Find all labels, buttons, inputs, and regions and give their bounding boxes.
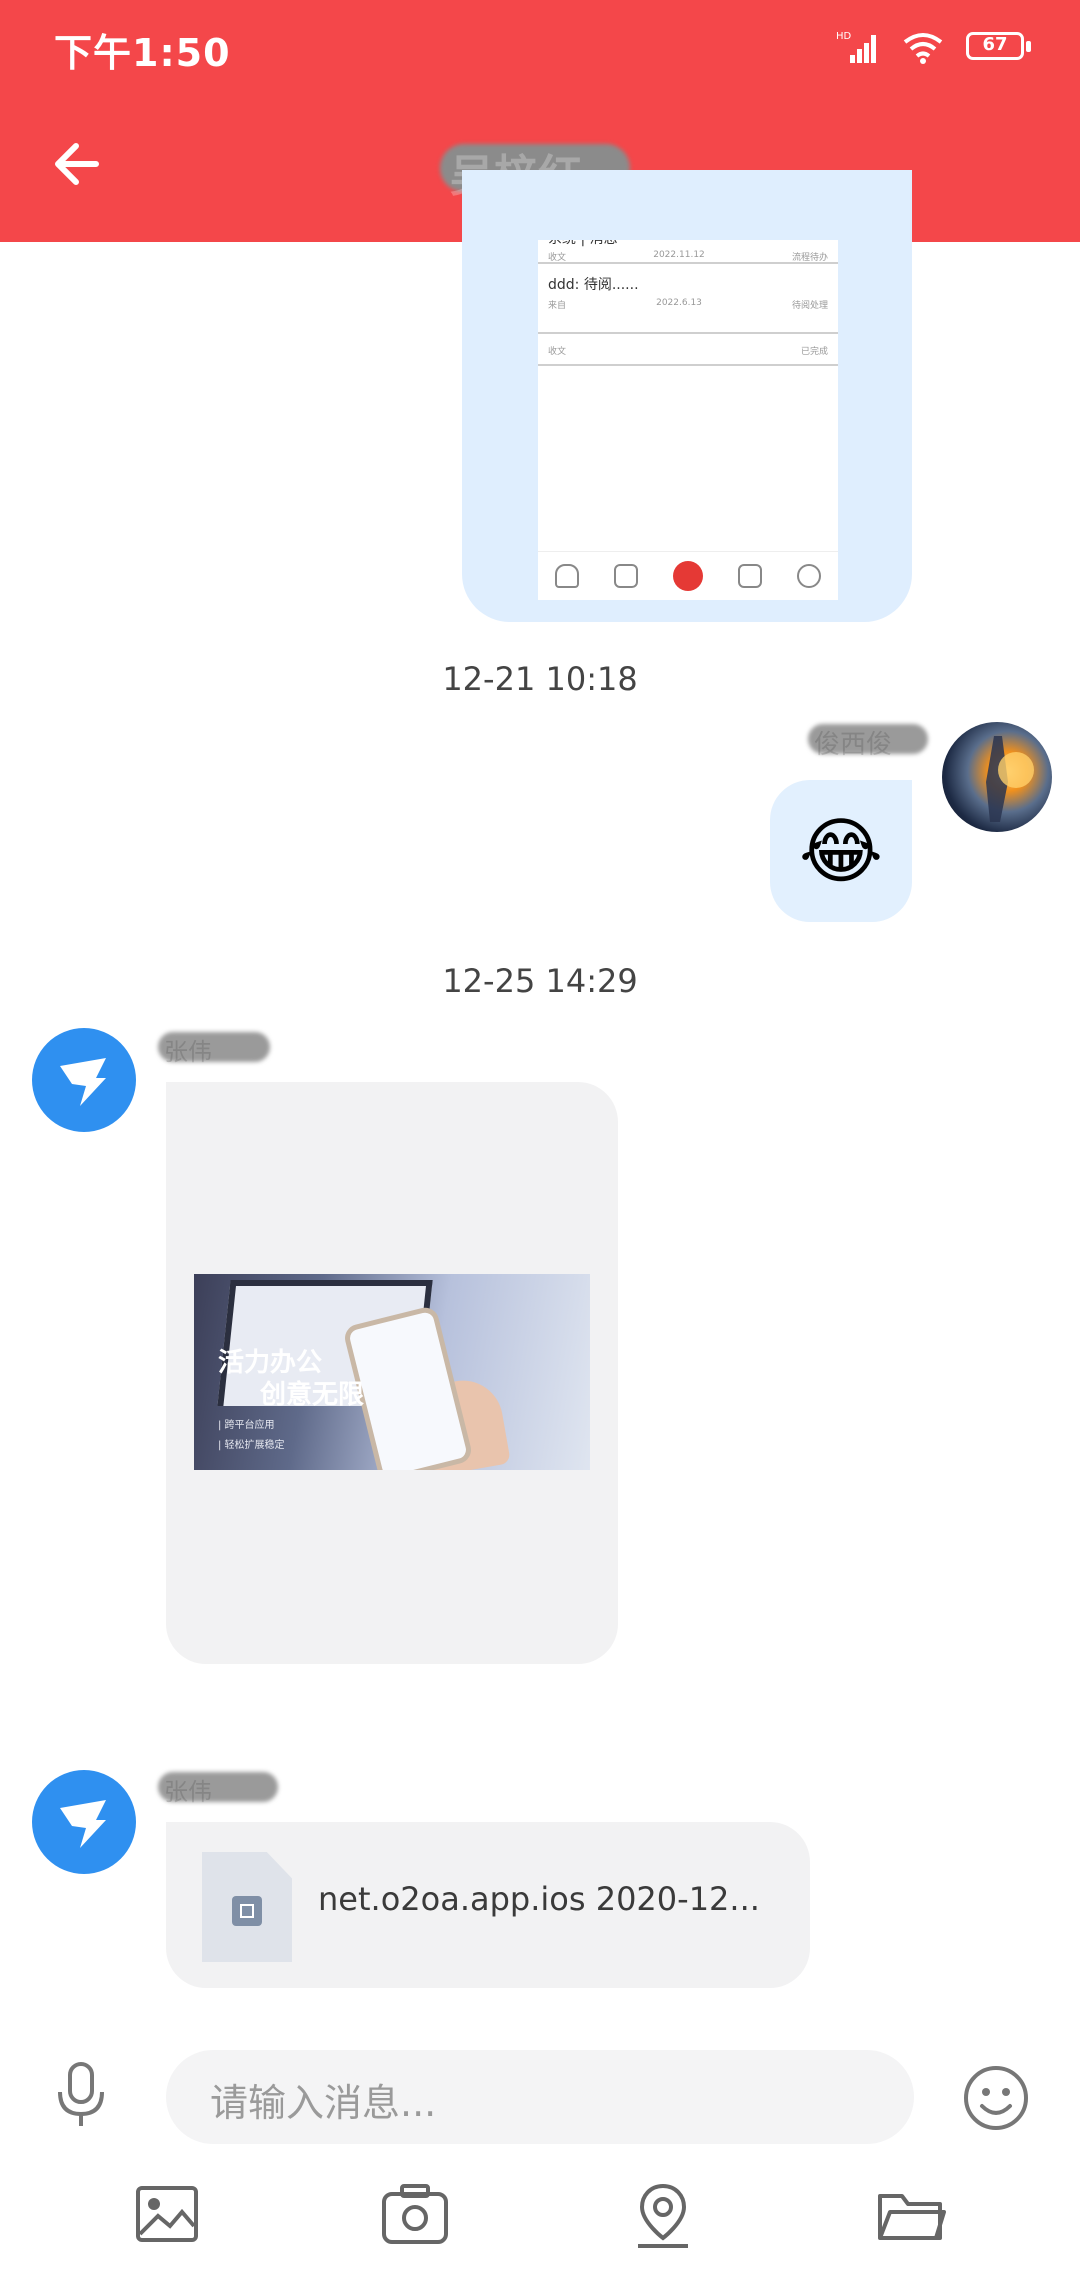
image-message-bubble[interactable]: 活力办公 创意无限 | 跨平台应用 | 轻松扩展稳定: [166, 1082, 618, 1664]
back-arrow-icon[interactable]: [50, 136, 106, 192]
location-icon[interactable]: [628, 2180, 698, 2250]
status-time: 下午1:50: [54, 31, 231, 75]
folder-icon[interactable]: [876, 2180, 946, 2250]
settings-icon: [796, 564, 821, 588]
my-avatar[interactable]: [942, 722, 1052, 832]
battery-level: 67: [982, 34, 1008, 55]
attachment-toolbar: [0, 2180, 1080, 2260]
promo-title-2: 创意无限: [260, 1380, 365, 1410]
file-name: net.o2oa.app.ios 2020-12...: [318, 1880, 760, 1918]
camera-icon[interactable]: [380, 2180, 450, 2250]
sender-name: 张伟: [158, 1772, 278, 1806]
sender-name-text: 张伟: [164, 1038, 212, 1066]
sender-name: 俊西俊: [808, 724, 928, 760]
battery-icon: 67: [966, 32, 1032, 62]
file-icon: [202, 1852, 292, 1962]
contact-avatar[interactable]: [32, 1028, 136, 1132]
promo-sub-1: | 跨平台应用: [218, 1420, 275, 1431]
contact-avatar[interactable]: [32, 1770, 136, 1874]
network-label: HD: [836, 31, 852, 42]
emoji-message-bubble[interactable]: 😂: [770, 780, 912, 922]
signal-icon: HD: [836, 31, 876, 63]
screenshot-message-bubble[interactable]: 系统 | 消息 收文 2022.11.12 流程待办 ddd: 待阅......…: [462, 170, 912, 622]
preview-row-meta-right: 已完成: [800, 347, 828, 357]
preview-row-3: 收文 已完成: [548, 344, 828, 374]
preview-row-meta-mid: 2022.6.13: [656, 298, 702, 308]
dingtalk-logo-icon: [60, 1058, 106, 1106]
message-input[interactable]: 请输入消息...: [166, 2050, 914, 2144]
preview-row-meta-left: 收文: [548, 347, 567, 357]
message-timestamp: 12-25 14:29: [442, 962, 638, 1000]
dingtalk-logo-icon: [60, 1800, 106, 1848]
bell-icon: [555, 564, 580, 588]
preview-row-title: ddd: 待阅......: [548, 277, 639, 293]
preview-row-1: 系统 | 消息 收文 2022.11.12 流程待办: [548, 240, 828, 263]
sender-name-text: 张伟: [164, 1778, 212, 1806]
preview-tabbar: [538, 551, 838, 600]
sender-name-text: 俊西俊: [814, 730, 893, 760]
file-message-bubble[interactable]: net.o2oa.app.ios 2020-12...: [166, 1822, 810, 1988]
preview-row-meta-left: 来自: [548, 301, 567, 311]
preview-row-title: 系统 | 消息: [548, 240, 828, 248]
edit-icon: [614, 564, 639, 588]
home-icon: [672, 561, 703, 591]
image-icon[interactable]: [132, 2180, 202, 2250]
emoji-text: 😂: [798, 809, 884, 893]
sender-name: 张伟: [158, 1032, 270, 1066]
message-input-placeholder: 请输入消息...: [210, 2081, 437, 2125]
microphone-icon[interactable]: [56, 2062, 106, 2128]
promo-sub-2: | 轻松扩展稳定: [218, 1440, 285, 1451]
emoji-picker-icon[interactable]: [962, 2064, 1030, 2132]
promo-image[interactable]: 活力办公 创意无限 | 跨平台应用 | 轻松扩展稳定: [194, 1274, 590, 1470]
message-timestamp: 12-21 10:18: [442, 660, 638, 698]
status-icons: HD 67: [836, 26, 1032, 68]
wifi-icon: [903, 33, 943, 64]
screenshot-image: 系统 | 消息 收文 2022.11.12 流程待办 ddd: 待阅......…: [538, 240, 838, 600]
preview-row-meta-right: 待阅处理: [791, 301, 828, 311]
avatar-image: [986, 736, 1034, 822]
preview-row-2: ddd: 待阅...... 来自 2022.6.13 待阅处理: [548, 274, 828, 311]
grid-icon: [737, 564, 762, 588]
